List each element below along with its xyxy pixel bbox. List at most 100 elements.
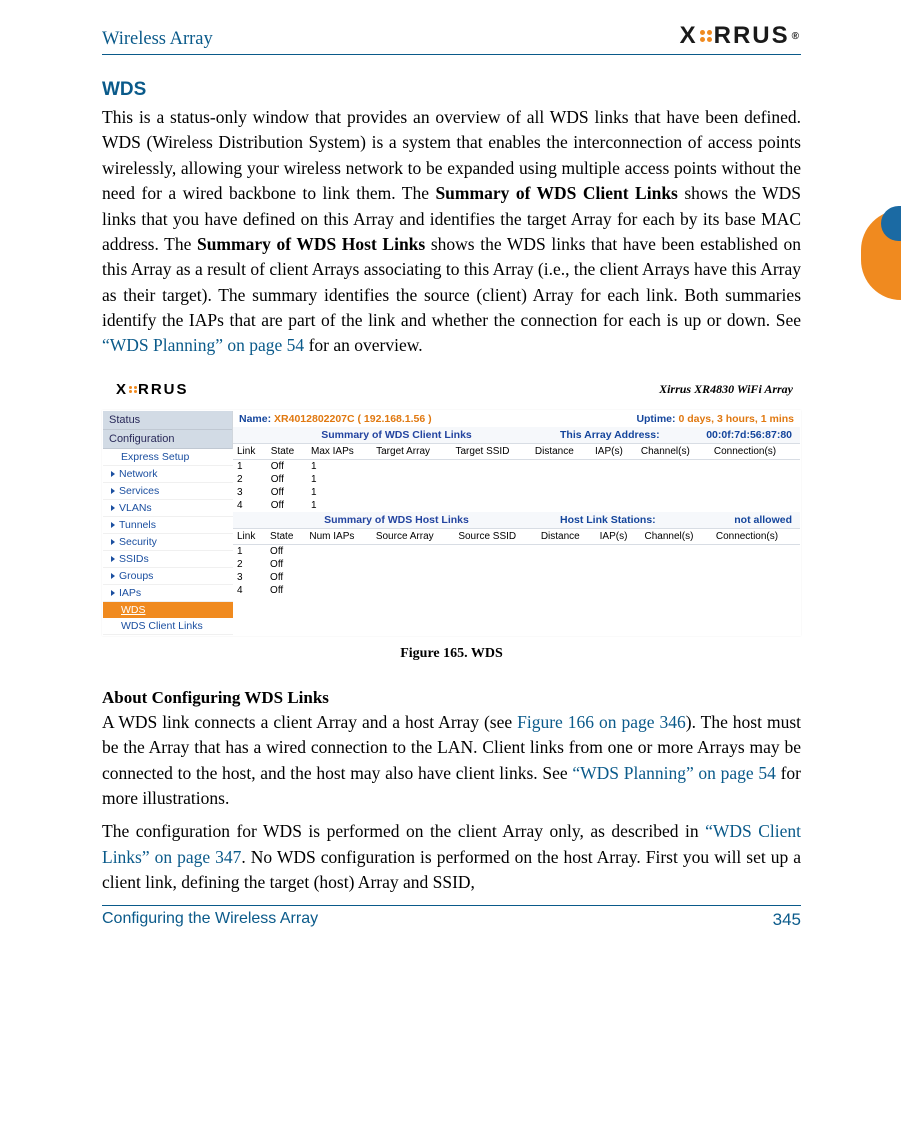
nav-wds-active[interactable]: WDS (103, 602, 233, 618)
caret-icon (111, 471, 115, 477)
footer-bar: Configuring the Wireless Array 345 (102, 905, 801, 930)
col-iaps: IAP(s) (596, 528, 641, 544)
caret-icon (111, 573, 115, 579)
col-distance: Distance (537, 528, 596, 544)
xref-wds-planning-54-a[interactable]: “WDS Planning” on page 54 (102, 335, 304, 355)
host-right-value: not allowed (734, 514, 792, 526)
nav-label: VLANs (119, 502, 152, 514)
col-target-array: Target Array (372, 443, 451, 459)
cell: 3 (233, 486, 267, 499)
host-section-band: Summary of WDS Host Links Host Link Stat… (233, 512, 800, 528)
nav-label: IAPs (119, 587, 141, 599)
screenshot-topbar: X RRUS Xirrus XR4830 WiFi Array (102, 371, 801, 410)
xref-figure-166[interactable]: Figure 166 on page 346 (517, 712, 686, 732)
cell: 1 (307, 486, 372, 499)
screenshot-content: Name: XR4012802207C ( 192.168.1.56 ) Upt… (233, 411, 800, 635)
nav-label: Security (119, 536, 157, 548)
table-row: 4Off1 (233, 499, 800, 512)
cell: 1 (233, 459, 267, 473)
nav-wds-client-links[interactable]: WDS Client Links (103, 618, 233, 635)
cell: 1 (233, 544, 266, 558)
para1-bold2: Summary of WDS Host Links (197, 234, 425, 254)
xref-wds-planning-54-b[interactable]: “WDS Planning” on page 54 (572, 763, 776, 783)
table-row: 4Off (233, 584, 800, 597)
cell: Off (266, 571, 305, 584)
nav-head-config[interactable]: Configuration (103, 430, 232, 449)
logo-dots-icon (129, 386, 137, 393)
para3-a: The configuration for WDS is performed o… (102, 821, 705, 841)
nav-label: Network (119, 468, 158, 480)
nav-sidebar: Status Configuration Express Setup Netwo… (103, 411, 233, 635)
nav-ssids[interactable]: SSIDs (103, 551, 233, 568)
col-target-ssid: Target SSID (452, 443, 531, 459)
cell: Off (266, 544, 305, 558)
nav-express-setup[interactable]: Express Setup (103, 449, 233, 466)
para1-bold1: Summary of WDS Client Links (435, 183, 677, 203)
cell: 1 (307, 459, 372, 473)
name-value: XR4012802207C ( 192.168.1.56 ) (274, 413, 432, 425)
array-addr-value: 00:0f:7d:56:87:80 (706, 429, 792, 441)
host-right-label: Host Link Stations: (560, 514, 656, 526)
paragraph-1: This is a status-only window that provid… (102, 105, 801, 359)
nav-label: Tunnels (119, 519, 156, 531)
product-title: Xirrus XR4830 WiFi Array (659, 382, 793, 397)
logo-dots-icon (700, 30, 712, 42)
uptime-label: Uptime: (636, 413, 675, 425)
caret-icon (111, 539, 115, 545)
nav-services[interactable]: Services (103, 483, 233, 500)
cell: Off (266, 558, 305, 571)
table-row: 2Off (233, 558, 800, 571)
figure-165: X RRUS Xirrus XR4830 WiFi Array Status C… (102, 371, 801, 662)
header-title: Wireless Array (102, 29, 213, 50)
cell: 4 (233, 499, 267, 512)
cell: 4 (233, 584, 266, 597)
col-source-ssid: Source SSID (454, 528, 537, 544)
nav-label: Services (119, 485, 159, 497)
screenshot-body: Status Configuration Express Setup Netwo… (102, 410, 801, 636)
cell: Off (267, 499, 307, 512)
array-addr-label: This Array Address: (560, 429, 660, 441)
cell: 2 (233, 473, 267, 486)
cell: 3 (233, 571, 266, 584)
paragraph-3: The configuration for WDS is performed o… (102, 819, 801, 895)
col-connections: Connection(s) (712, 528, 800, 544)
cell: Off (267, 459, 307, 473)
col-channels: Channel(s) (637, 443, 710, 459)
caret-icon (111, 505, 115, 511)
col-source-array: Source Array (372, 528, 455, 544)
col-state: State (266, 528, 305, 544)
nav-iaps[interactable]: IAPs (103, 585, 233, 602)
uptime-value: 0 days, 3 hours, 1 mins (678, 413, 794, 425)
nav-label: Express Setup (121, 451, 189, 463)
nav-tunnels[interactable]: Tunnels (103, 517, 233, 534)
host-section-title: Summary of WDS Host Links (233, 514, 560, 526)
cell: Off (266, 584, 305, 597)
col-state: State (267, 443, 307, 459)
nav-head-status[interactable]: Status (103, 411, 232, 430)
figure-caption: Figure 165. WDS (102, 646, 801, 662)
cell: 1 (307, 499, 372, 512)
section-heading: WDS (102, 79, 801, 101)
cell: Off (267, 473, 307, 486)
table-row: 3Off1 (233, 486, 800, 499)
footer-left: Configuring the Wireless Array (102, 910, 318, 930)
client-section-band: Summary of WDS Client Links This Array A… (233, 427, 800, 443)
nav-network[interactable]: Network (103, 466, 233, 483)
table-row: 1Off (233, 544, 800, 558)
table-row: 1Off1 (233, 459, 800, 473)
col-link: Link (233, 443, 267, 459)
caret-icon (111, 590, 115, 596)
page-number: 345 (773, 910, 801, 930)
para2-a: A WDS link connects a client Array and a… (102, 712, 517, 732)
brand-logo: X RRUS® (680, 22, 801, 50)
col-channels: Channel(s) (640, 528, 711, 544)
nav-security[interactable]: Security (103, 534, 233, 551)
nav-vlans[interactable]: VLANs (103, 500, 233, 517)
nav-groups[interactable]: Groups (103, 568, 233, 585)
nav-label: SSIDs (119, 553, 149, 565)
nav-label: Groups (119, 570, 153, 582)
client-table: Link State Max IAPs Target Array Target … (233, 443, 800, 512)
col-distance: Distance (531, 443, 591, 459)
header-bar: Wireless Array X RRUS® (102, 22, 801, 55)
caret-icon (111, 488, 115, 494)
